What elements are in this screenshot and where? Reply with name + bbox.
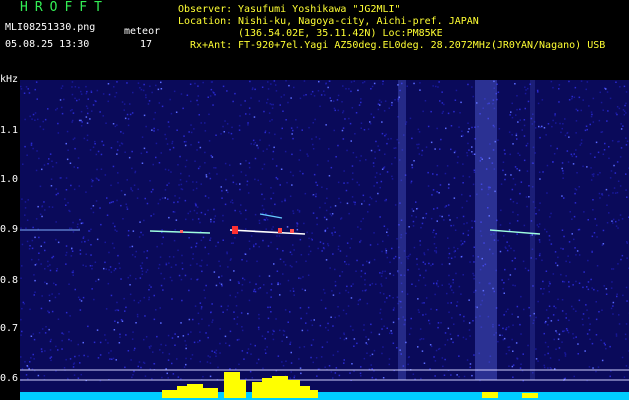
level-peak	[482, 392, 498, 398]
meteor-count: 17	[140, 39, 153, 50]
y-tick-label: 0.8	[0, 275, 19, 286]
timestamp: 05.08.25 13:30	[5, 39, 90, 50]
meteor-echo	[259, 213, 283, 219]
y-tick-label: 0.7	[0, 323, 19, 334]
y-axis-unit: kHz	[0, 74, 19, 85]
spectrogram	[20, 80, 629, 400]
hrofft-screen: HROFFT MLI08251330.png 05.08.25 13:30 me…	[0, 0, 629, 400]
y-tick-label: 0.9	[0, 224, 19, 235]
meteor-head	[278, 228, 282, 233]
interference-band	[398, 80, 406, 380]
meteor-head	[180, 230, 183, 233]
meteor-head	[232, 226, 238, 234]
level-peak	[302, 390, 318, 398]
location-label: Location:	[178, 16, 233, 27]
y-tick-label: 0.6	[0, 373, 19, 384]
brand-title: HROFFT	[20, 0, 109, 15]
level-peak	[522, 393, 538, 398]
y-tick-label: 1.1	[0, 125, 19, 136]
observer-value: Yasufumi Yoshikawa "JG2MLI"	[238, 4, 401, 15]
file-name: MLI08251330.png	[5, 22, 96, 33]
meteor-label: meteor	[124, 26, 161, 37]
observer-label: Observer:	[178, 4, 233, 15]
location-value: Nishi-ku, Nagoya-city, Aichi-pref. JAPAN	[238, 16, 479, 27]
y-tick-label: 1.0	[0, 174, 19, 185]
level-peak	[162, 390, 178, 398]
noise-field	[20, 80, 629, 382]
level-peak	[187, 384, 203, 398]
interference-band	[530, 80, 535, 380]
spectrogram-canvas	[20, 80, 629, 400]
coordinates-value: (136.54.02E, 35.11.42N) Loc:PM85KE	[238, 28, 443, 39]
level-peak	[202, 388, 218, 398]
meteor-head	[290, 229, 294, 233]
level-peak	[230, 380, 246, 398]
receiver-value: FT-920+7el.Yagi AZ50deg.EL0deg. 28.2072M…	[238, 40, 606, 51]
rx-label: Rx+Ant:	[190, 40, 233, 51]
